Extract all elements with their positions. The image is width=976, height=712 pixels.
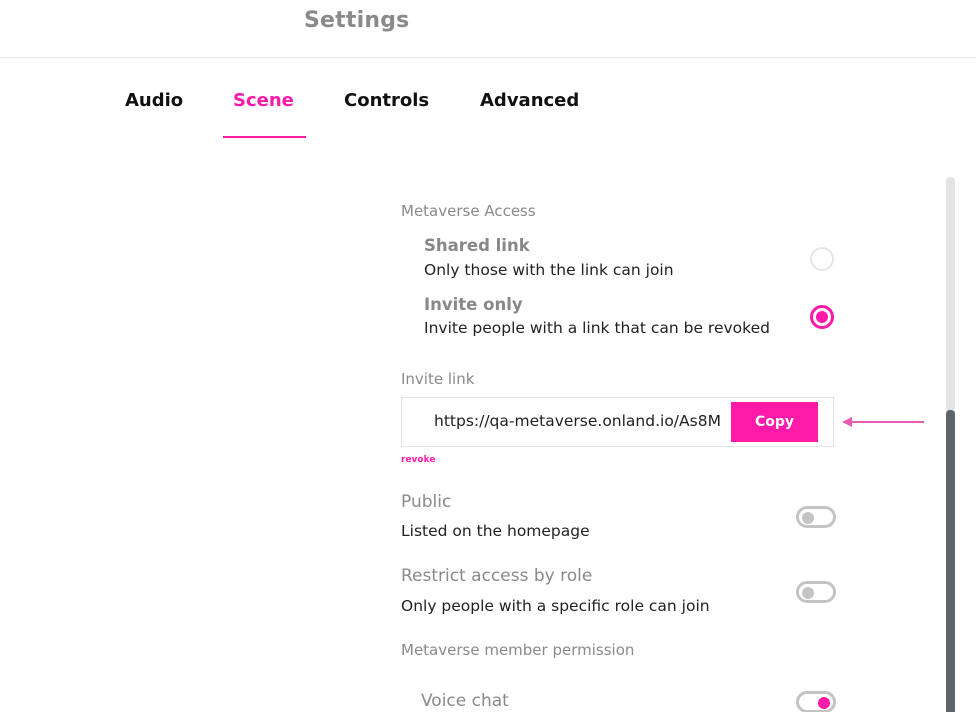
tab-scene[interactable]: Scene bbox=[233, 90, 294, 111]
metaverse-access-label: Metaverse Access bbox=[401, 202, 536, 220]
voice-chat-toggle[interactable] bbox=[796, 691, 836, 712]
tab-controls[interactable]: Controls bbox=[344, 90, 429, 111]
scrollbar-thumb[interactable] bbox=[946, 410, 955, 712]
option-description: Only those with the link can join bbox=[424, 261, 674, 279]
option-title: Shared link bbox=[424, 236, 530, 255]
restrict-role-toggle[interactable] bbox=[796, 581, 836, 603]
invite-link-label: Invite link bbox=[401, 370, 475, 388]
invite-only-radio[interactable] bbox=[810, 305, 834, 329]
toggle-description: Listed on the homepage bbox=[401, 522, 590, 540]
invite-link-field[interactable]: https://qa-metaverse.onland.io/As8M Copy bbox=[401, 397, 834, 447]
toggle-knob bbox=[802, 512, 814, 524]
toggle-title: Public bbox=[401, 492, 452, 512]
member-permission-label: Metaverse member permission bbox=[401, 641, 635, 659]
option-description: Invite people with a link that can be re… bbox=[424, 319, 770, 337]
toggle-title: Restrict access by role bbox=[401, 566, 593, 586]
arrow-left-icon bbox=[842, 417, 924, 427]
toggle-knob bbox=[802, 587, 814, 599]
option-title: Invite only bbox=[424, 295, 523, 314]
copy-button[interactable]: Copy bbox=[731, 402, 818, 442]
tab-audio[interactable]: Audio bbox=[125, 90, 183, 111]
active-tab-indicator bbox=[223, 136, 306, 138]
public-toggle[interactable] bbox=[796, 506, 836, 528]
tab-advanced[interactable]: Advanced bbox=[480, 90, 579, 111]
revoke-link[interactable]: revoke bbox=[401, 455, 435, 465]
settings-header: Settings bbox=[0, 0, 976, 58]
shared-link-radio[interactable] bbox=[810, 247, 834, 271]
page-title: Settings bbox=[304, 8, 410, 33]
permission-title: Voice chat bbox=[421, 691, 509, 711]
toggle-description: Only people with a specific role can joi… bbox=[401, 597, 710, 615]
toggle-knob bbox=[818, 697, 830, 709]
invite-link-value[interactable]: https://qa-metaverse.onland.io/As8M bbox=[434, 412, 730, 430]
